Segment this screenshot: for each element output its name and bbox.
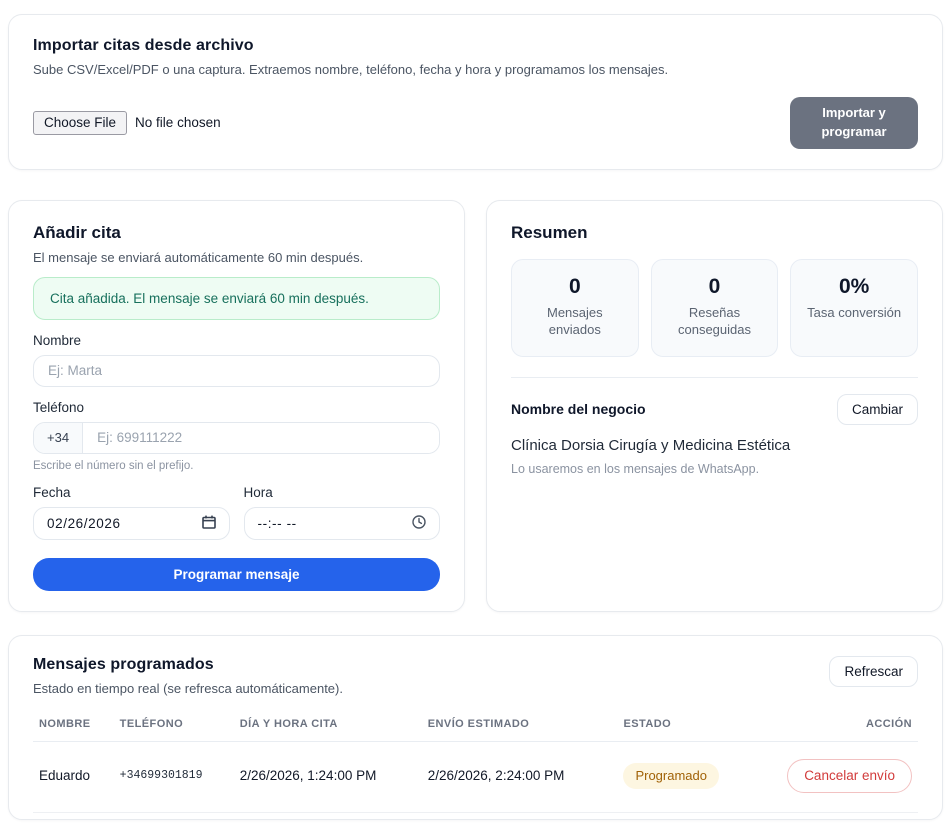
date-field: Fecha 02/26/2026	[33, 472, 230, 540]
column-header-accion: ACCIÓN	[781, 708, 918, 742]
business-name-value: Clínica Dorsia Cirugía y Medicina Estéti…	[511, 437, 918, 454]
time-field: Hora --:-- --	[244, 472, 441, 540]
date-time-row: Fecha 02/26/2026 Hora -	[33, 472, 440, 540]
stats-grid: 0 Mensajes enviados 0 Reseñas conseguida…	[511, 259, 918, 357]
column-header-estado: ESTADO	[617, 708, 781, 742]
scheduled-header-text: Mensajes programados Estado en tiempo re…	[33, 656, 343, 696]
refresh-button[interactable]: Refrescar	[829, 656, 918, 687]
scheduled-subtitle: Estado en tiempo real (se refresca autom…	[33, 681, 343, 696]
add-card-subtitle: El mensaje se enviará automáticamente 60…	[33, 250, 440, 265]
scheduled-messages-card: Mensajes programados Estado en tiempo re…	[8, 635, 943, 820]
phone-prefix: +34	[34, 423, 83, 453]
stat-value: 0%	[799, 275, 909, 299]
stat-messages-sent: 0 Mensajes enviados	[511, 259, 639, 357]
scheduled-header: Mensajes programados Estado en tiempo re…	[33, 656, 918, 696]
column-header-nombre: NOMBRE	[33, 708, 114, 742]
cell-phone: +34699301819	[114, 741, 234, 812]
column-header-envio-estimado: ENVÍO ESTIMADO	[422, 708, 618, 742]
column-header-dia-hora-cita: DÍA Y HORA CITA	[234, 708, 422, 742]
phone-label: Teléfono	[33, 400, 440, 415]
import-row: Choose File No file chosen Importar y pr…	[33, 97, 918, 149]
scheduled-title: Mensajes programados	[33, 656, 343, 674]
phone-field-group: +34	[33, 422, 440, 454]
business-name-note: Lo usaremos en los mensajes de WhatsApp.	[511, 462, 918, 476]
time-label: Hora	[244, 485, 441, 500]
summary-title: Resumen	[511, 223, 918, 243]
calendar-icon[interactable]	[202, 515, 216, 532]
add-appointment-card: Añadir cita El mensaje se enviará automá…	[8, 200, 465, 612]
choose-file-button[interactable]: Choose File	[33, 111, 127, 135]
cancel-send-button[interactable]: Cancelar envío	[787, 759, 912, 793]
summary-card: Resumen 0 Mensajes enviados 0 Reseñas co…	[486, 200, 943, 612]
business-name-label: Nombre del negocio	[511, 401, 646, 417]
import-schedule-button[interactable]: Importar y programar	[790, 97, 918, 149]
phone-input[interactable]	[83, 423, 439, 453]
time-value: --:-- --	[258, 516, 297, 531]
table-header-row: NOMBRE TELÉFONO DÍA Y HORA CITA ENVÍO ES…	[33, 708, 918, 742]
date-value: 02/26/2026	[47, 516, 121, 531]
column-header-telefono: TELÉFONO	[114, 708, 234, 742]
stat-label: Tasa conversión	[799, 304, 909, 322]
change-business-button[interactable]: Cambiar	[837, 394, 918, 425]
phone-help-text: Escribe el número sin el prefijo.	[33, 460, 440, 472]
name-input[interactable]	[33, 355, 440, 387]
stat-value: 0	[660, 275, 770, 299]
stat-reviews: 0 Reseñas conseguidas	[651, 259, 779, 357]
date-label: Fecha	[33, 485, 230, 500]
file-input[interactable]: Choose File No file chosen	[33, 111, 221, 135]
stat-conversion-rate: 0% Tasa conversión	[790, 259, 918, 357]
import-card-title: Importar citas desde archivo	[33, 37, 918, 55]
name-label: Nombre	[33, 333, 440, 348]
cell-appointment-datetime: 2/26/2026, 1:24:00 PM	[234, 741, 422, 812]
add-card-title: Añadir cita	[33, 223, 440, 243]
business-name-header: Nombre del negocio Cambiar	[511, 394, 918, 425]
cell-action: Cancelar envío	[781, 741, 918, 812]
status-badge: Programado	[623, 763, 719, 789]
middle-row: Añadir cita El mensaje se enviará automá…	[8, 200, 943, 612]
stat-label: Reseñas conseguidas	[660, 304, 770, 339]
success-alert: Cita añadida. El mensaje se enviará 60 m…	[33, 277, 440, 320]
summary-divider	[511, 377, 918, 378]
cell-name: Eduardo	[33, 741, 114, 812]
file-chosen-status: No file chosen	[135, 115, 221, 130]
scheduled-messages-table: NOMBRE TELÉFONO DÍA Y HORA CITA ENVÍO ES…	[33, 708, 918, 813]
cell-status: Programado	[617, 741, 781, 812]
time-input[interactable]: --:-- --	[244, 507, 441, 540]
stat-label: Mensajes enviados	[520, 304, 630, 339]
clock-icon[interactable]	[412, 515, 426, 532]
cell-send-estimate: 2/26/2026, 2:24:00 PM	[422, 741, 618, 812]
table-row: Eduardo +34699301819 2/26/2026, 1:24:00 …	[33, 741, 918, 812]
date-input[interactable]: 02/26/2026	[33, 507, 230, 540]
import-card-description: Sube CSV/Excel/PDF o una captura. Extrae…	[33, 62, 918, 77]
import-card: Importar citas desde archivo Sube CSV/Ex…	[8, 14, 943, 170]
schedule-message-button[interactable]: Programar mensaje	[33, 558, 440, 591]
stat-value: 0	[520, 275, 630, 299]
